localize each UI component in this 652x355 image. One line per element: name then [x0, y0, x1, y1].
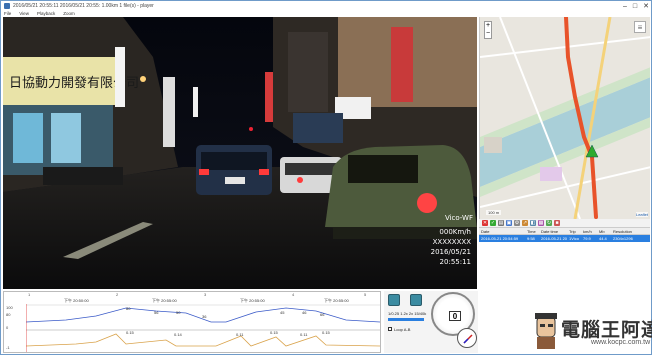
settings-icon[interactable]: ⚙	[514, 220, 520, 226]
map-attribution[interactable]: Leaflet	[635, 212, 648, 217]
save-icon[interactable]: ▣	[506, 220, 512, 226]
window-title: 2016/05/21 20:55:11 2016/05/21 20:55: 1.…	[13, 3, 154, 9]
y-label: 0	[6, 325, 9, 330]
watermark-logo: 電腦王阿達 www.kocpc.com.tw	[531, 311, 652, 353]
tick-label: 3	[204, 292, 207, 297]
speed-label: 56	[154, 310, 159, 315]
export-icon[interactable]: ↗	[522, 220, 528, 226]
timeline-panel[interactable]: 1 2 3 4 5 下午 20:50:00 下午 20:55:00 下午 20:…	[3, 291, 381, 353]
tick-label: 1	[28, 292, 31, 297]
accel-label: 0.11	[236, 332, 244, 337]
watermark-url: www.kocpc.com.tw	[591, 339, 651, 346]
app-icon	[4, 3, 10, 9]
loop-label: Loop A-B	[394, 327, 411, 332]
speed-label: 36	[202, 314, 207, 319]
speed-label: 66	[320, 312, 325, 317]
accel-label: 0.15	[322, 330, 330, 335]
title-bar: 2016/05/21 20:55:11 2016/05/21 20:55: 1.…	[1, 1, 651, 11]
speed-label: 80	[126, 306, 131, 311]
video-frame[interactable]: 日協動力開發有限公司 Vico-WF 000Km/h XXXXXXXX 2016…	[3, 17, 477, 289]
player-window: 2016/05/21 20:55:11 2016/05/21 20:55: 1.…	[0, 0, 652, 355]
speed-label: 46	[302, 310, 307, 315]
col-mb[interactable]: Mb	[597, 228, 611, 234]
speed-label: 45	[280, 310, 285, 315]
compass-icon	[457, 328, 477, 348]
tick-label: 4	[292, 292, 295, 297]
speed-label: 50	[176, 310, 181, 315]
col-date[interactable]: Date	[479, 228, 525, 234]
overlay-speed: 000Km/h	[439, 228, 471, 236]
delete-icon[interactable]: ✕	[482, 220, 488, 226]
y-label: -1	[6, 345, 10, 350]
gauge-value: 0	[449, 311, 461, 321]
video-overlay: Vico-WF 000Km/h XXXXXXXX 2016/05/21 20:5…	[430, 214, 473, 267]
accel-label: 0.14	[174, 332, 182, 337]
accel-label: 0.15	[270, 330, 278, 335]
cell-date: 2016-05-21 20:54:59	[481, 236, 519, 241]
mascot-icon	[535, 313, 557, 349]
tick-label: 5	[364, 292, 367, 297]
col-time[interactable]: Time	[525, 228, 539, 234]
y-label: 80	[6, 312, 11, 317]
layers-icon[interactable]: ≡	[634, 21, 646, 33]
col-resolution[interactable]: Resolution	[611, 228, 648, 234]
stop-icon[interactable]: ■	[554, 220, 560, 226]
table-header: Date Time Date time Trip km/h Mb Resolut…	[479, 228, 650, 235]
map-icon[interactable]: ◧	[530, 220, 536, 226]
loop-checkbox[interactable]	[388, 327, 392, 331]
check-icon[interactable]: ✓	[490, 220, 496, 226]
cell-datetime: 2016-05-21 20:55	[541, 236, 567, 241]
accel-label: 0.15	[126, 330, 134, 335]
y-label: 100	[6, 305, 13, 310]
cell-trip: 1Vico	[569, 236, 579, 241]
zoom-in-button[interactable]: +	[485, 22, 491, 30]
overlay-time: 20:55:11	[439, 258, 471, 266]
watermark-name: 電腦王阿達	[561, 319, 652, 341]
folder-icon[interactable]: ▤	[498, 220, 504, 226]
map-zoom-control: + −	[484, 21, 492, 39]
play-button[interactable]	[388, 294, 400, 306]
cell-mb: 44.4	[599, 236, 607, 241]
tick-label: 2	[116, 292, 119, 297]
cell-resolution: 2304x1296	[613, 236, 633, 241]
pause-button[interactable]	[410, 294, 422, 306]
map-panel[interactable]: + − ≡ 100 m Leaflet	[479, 17, 650, 219]
refresh-icon[interactable]: ↻	[546, 220, 552, 226]
speed-readout: 1/0.25 1.2x 2x 15/40k	[388, 311, 427, 316]
file-list-table: Date Time Date time Trip km/h Mb Resolut…	[479, 228, 650, 290]
map-scale: 100 m	[486, 210, 502, 215]
overlay-brand: Vico-WF	[444, 214, 473, 222]
speed-slider[interactable]	[388, 318, 424, 321]
cell-time: 9:58	[527, 236, 535, 241]
speed-accel-graph	[26, 304, 380, 352]
list-toolbar: ✕ ✓ ▤ ▣ ⚙ ↗ ◧ ▦ ↻ ■	[479, 219, 650, 228]
cell-kmh: 79.9	[583, 236, 591, 241]
overlay-date: 2016/05/21	[430, 248, 471, 256]
accel-label: 0.11	[300, 332, 308, 337]
col-datetime[interactable]: Date time	[539, 228, 567, 234]
map-canvas	[480, 17, 650, 219]
col-kmh[interactable]: km/h	[581, 228, 597, 234]
table-row[interactable]: 2016-05-21 20:54:59 9:58 2016-05-21 20:5…	[479, 235, 650, 242]
overlay-plate: XXXXXXXX	[432, 238, 471, 246]
night-street-scene: 日協動力開發有限公司	[3, 17, 477, 289]
col-trip[interactable]: Trip	[567, 228, 581, 234]
zoom-out-button[interactable]: −	[485, 30, 491, 38]
photo-icon[interactable]: ▦	[538, 220, 544, 226]
